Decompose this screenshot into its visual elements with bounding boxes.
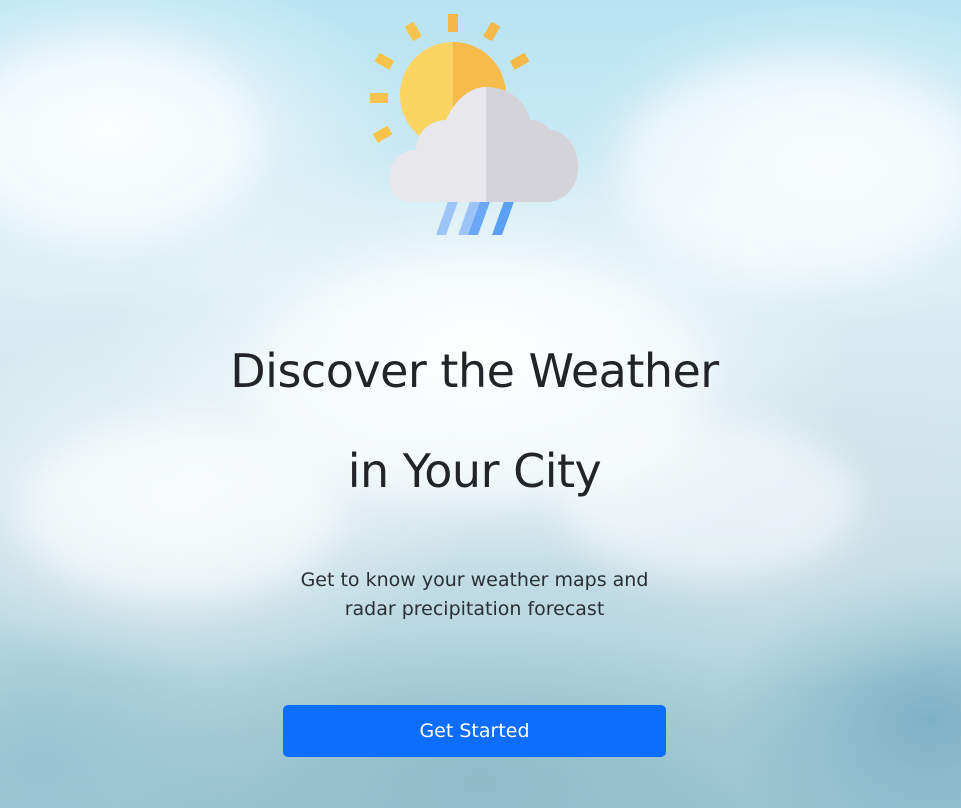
hero-title-line-2: in Your City [347, 444, 602, 498]
hero-title-line-1: Discover the Weather [230, 344, 719, 398]
hero-subtitle-line-2: radar precipitation forecast [344, 598, 605, 620]
get-started-button[interactable]: Get Started [283, 705, 666, 757]
hero-subtitle-line-1: Get to know your weather maps and [300, 569, 649, 591]
sun-cloud-rain-icon [370, 14, 578, 235]
